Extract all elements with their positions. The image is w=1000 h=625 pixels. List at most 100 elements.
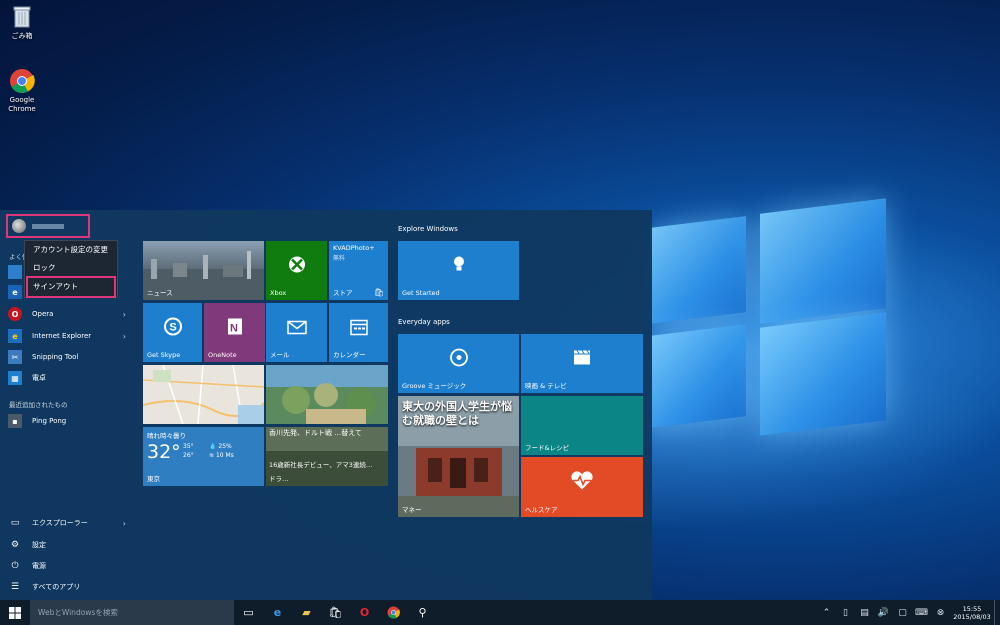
recycle-bin-icon	[9, 4, 35, 30]
edge-icon[interactable]: e	[263, 600, 292, 625]
user-name-redacted	[32, 223, 64, 229]
opera-icon: O	[8, 307, 22, 321]
app-item-snipping-tool[interactable]: ✂ Snipping Tool	[8, 347, 126, 367]
start-all-apps-button[interactable]: ☰ すべてのアプリ	[8, 577, 126, 597]
weather-wind: 10 Ms	[215, 452, 234, 459]
bottom-label: 電源	[32, 562, 46, 570]
calculator-icon: ▦	[8, 371, 22, 385]
volume-icon[interactable]: 🔊	[874, 608, 893, 618]
start-settings-button[interactable]: ⚙ 設定	[8, 535, 126, 555]
chevron-right-icon[interactable]: ›	[123, 310, 126, 319]
show-desktop-button[interactable]	[994, 600, 1000, 625]
battery-icon[interactable]: ▯	[836, 608, 855, 618]
tile-groove[interactable]: Groove ミュージック	[398, 334, 519, 393]
news-headline-1: 香川先発、ドルト戦 …替えて	[269, 429, 362, 437]
network-icon[interactable]: ▤	[855, 608, 874, 618]
opera-icon[interactable]: O	[350, 600, 379, 625]
svg-text:S: S	[169, 321, 176, 333]
weather-high: 35°	[183, 443, 194, 450]
tile-news[interactable]: ニュース	[143, 241, 264, 300]
task-view-icon[interactable]: ▭	[234, 600, 263, 625]
wind-icon: ≋	[209, 452, 215, 459]
chevron-right-icon[interactable]: ›	[123, 519, 126, 528]
news-headline-2-sub: ドラ…	[269, 475, 289, 483]
tile-label: カレンダー	[333, 351, 366, 359]
app-item-internet-explorer[interactable]: e Internet Explorer ›	[8, 326, 126, 346]
tile-label: ヘルスケア	[525, 506, 558, 514]
tile-news-headlines[interactable]: 香川先発、ドルト戦 …替えて 16歳新社長デビュー、アマ3連続… ドラ…	[266, 427, 388, 486]
app-item-ping-pong[interactable]: ▪ Ping Pong	[8, 411, 126, 431]
calendar-icon	[349, 317, 368, 340]
tile-store[interactable]: KVADPhoto+ 無料 ストア 🛍	[329, 241, 388, 300]
system-tray: ⌃ ▯ ▤ 🔊 ▢ ⌨ ⊗ 15:55 2015/08/03	[817, 600, 1000, 625]
tile-money[interactable]: 東大の外国人学生が悩む就職の壁とは マネー	[398, 396, 519, 517]
app-label: Internet Explorer	[32, 332, 92, 340]
group-title-explore: Explore Windows	[398, 225, 458, 233]
store-app-title: KVADPhoto+	[333, 244, 375, 252]
tile-label: ストア	[333, 289, 353, 297]
avatar	[12, 219, 26, 233]
tile-label: メール	[270, 351, 290, 359]
xbox-icon	[288, 255, 306, 278]
photo-image	[266, 365, 388, 424]
gear-icon: ⚙	[10, 540, 20, 550]
tile-get-started[interactable]: Get Started	[398, 241, 519, 300]
clock[interactable]: 15:55 2015/08/03	[950, 605, 994, 621]
tile-onenote[interactable]: N OneNote	[204, 303, 265, 362]
tile-maps[interactable]	[143, 365, 264, 424]
clock-date: 2015/08/03	[953, 612, 991, 621]
keyboard-icon[interactable]: ⌨	[912, 608, 931, 618]
droplet-icon: 💧	[209, 443, 217, 450]
app-item-opera[interactable]: O Opera ›	[8, 304, 126, 324]
weather-city: 東京	[147, 475, 160, 483]
weather-high-low: 35° 26°	[183, 442, 194, 460]
tile-skype[interactable]: S Get Skype	[143, 303, 202, 362]
folder-icon: ▭	[10, 518, 20, 528]
app-item-calculator[interactable]: ▦ 電卓	[8, 368, 126, 388]
close-circle-icon[interactable]: ⊗	[931, 608, 950, 618]
tile-calendar[interactable]: カレンダー	[329, 303, 388, 362]
action-center-icon[interactable]: ▢	[893, 608, 912, 618]
desktop-icon-recycle-bin[interactable]: ごみ箱	[0, 4, 44, 41]
lightbulb-icon	[452, 255, 466, 278]
internet-explorer-icon: e	[8, 329, 22, 343]
start-explorer-button[interactable]: ▭ エクスプローラー ›	[8, 513, 126, 533]
tile-photos[interactable]	[266, 365, 388, 424]
ping-pong-icon[interactable]: ⚲	[408, 600, 437, 625]
desktop-icon-label: Google Chrome	[8, 96, 36, 113]
app-label: Ping Pong	[32, 417, 67, 425]
store-icon[interactable]: 🛍	[321, 600, 350, 625]
start-power-button[interactable]: ⏻ 電源	[8, 556, 126, 576]
scissors-icon: ✂	[8, 350, 22, 364]
bottom-label: エクスプローラー	[32, 519, 88, 527]
menu-item-lock[interactable]: ロック	[25, 259, 117, 277]
taskbar: WebとWindowsを検索 ▭ e ▰ 🛍 O ⚲ ⌃ ▯ ▤ 🔊 ▢ ⌨ ⊗…	[0, 600, 1000, 625]
desktop-icon-chrome[interactable]: Google Chrome	[0, 68, 44, 114]
chrome-icon[interactable]	[379, 600, 408, 625]
user-account-button[interactable]	[6, 214, 90, 238]
chevron-right-icon[interactable]: ›	[123, 332, 126, 341]
tile-label: マネー	[402, 506, 422, 514]
folder-icon[interactable]: ▰	[292, 600, 321, 625]
menu-item-change-account-settings[interactable]: アカウント設定の変更	[25, 241, 117, 259]
chevron-up-icon[interactable]: ⌃	[817, 608, 836, 618]
windows-logo-wallpaper	[600, 160, 1000, 480]
tile-movies-tv[interactable]: 映画 & テレビ	[521, 334, 643, 393]
tile-food[interactable]: フード&レシピ	[521, 396, 643, 455]
tile-weather[interactable]: 晴れ時々曇り 32° 35° 26° 💧 25% ≋ 10 Ms 東京	[143, 427, 264, 486]
tile-xbox[interactable]: Xbox	[266, 241, 327, 300]
tile-label: Get Skype	[147, 351, 181, 359]
clapperboard-icon	[573, 349, 591, 370]
store-bag-icon: 🛍	[373, 288, 384, 297]
tile-label: フード&レシピ	[525, 444, 570, 452]
search-box[interactable]: WebとWindowsを検索	[30, 600, 234, 625]
money-headline: 東大の外国人学生が悩む就職の壁とは	[402, 400, 512, 427]
weather-temperature: 32°	[147, 441, 181, 463]
menu-item-sign-out[interactable]: サインアウト	[26, 276, 116, 298]
start-button[interactable]	[0, 600, 30, 625]
tile-health[interactable]: ヘルスケア	[521, 457, 643, 517]
mail-icon	[286, 318, 307, 339]
app-label: 電卓	[32, 374, 46, 382]
ping-pong-icon: ▪	[8, 414, 22, 428]
tile-mail[interactable]: メール	[266, 303, 327, 362]
